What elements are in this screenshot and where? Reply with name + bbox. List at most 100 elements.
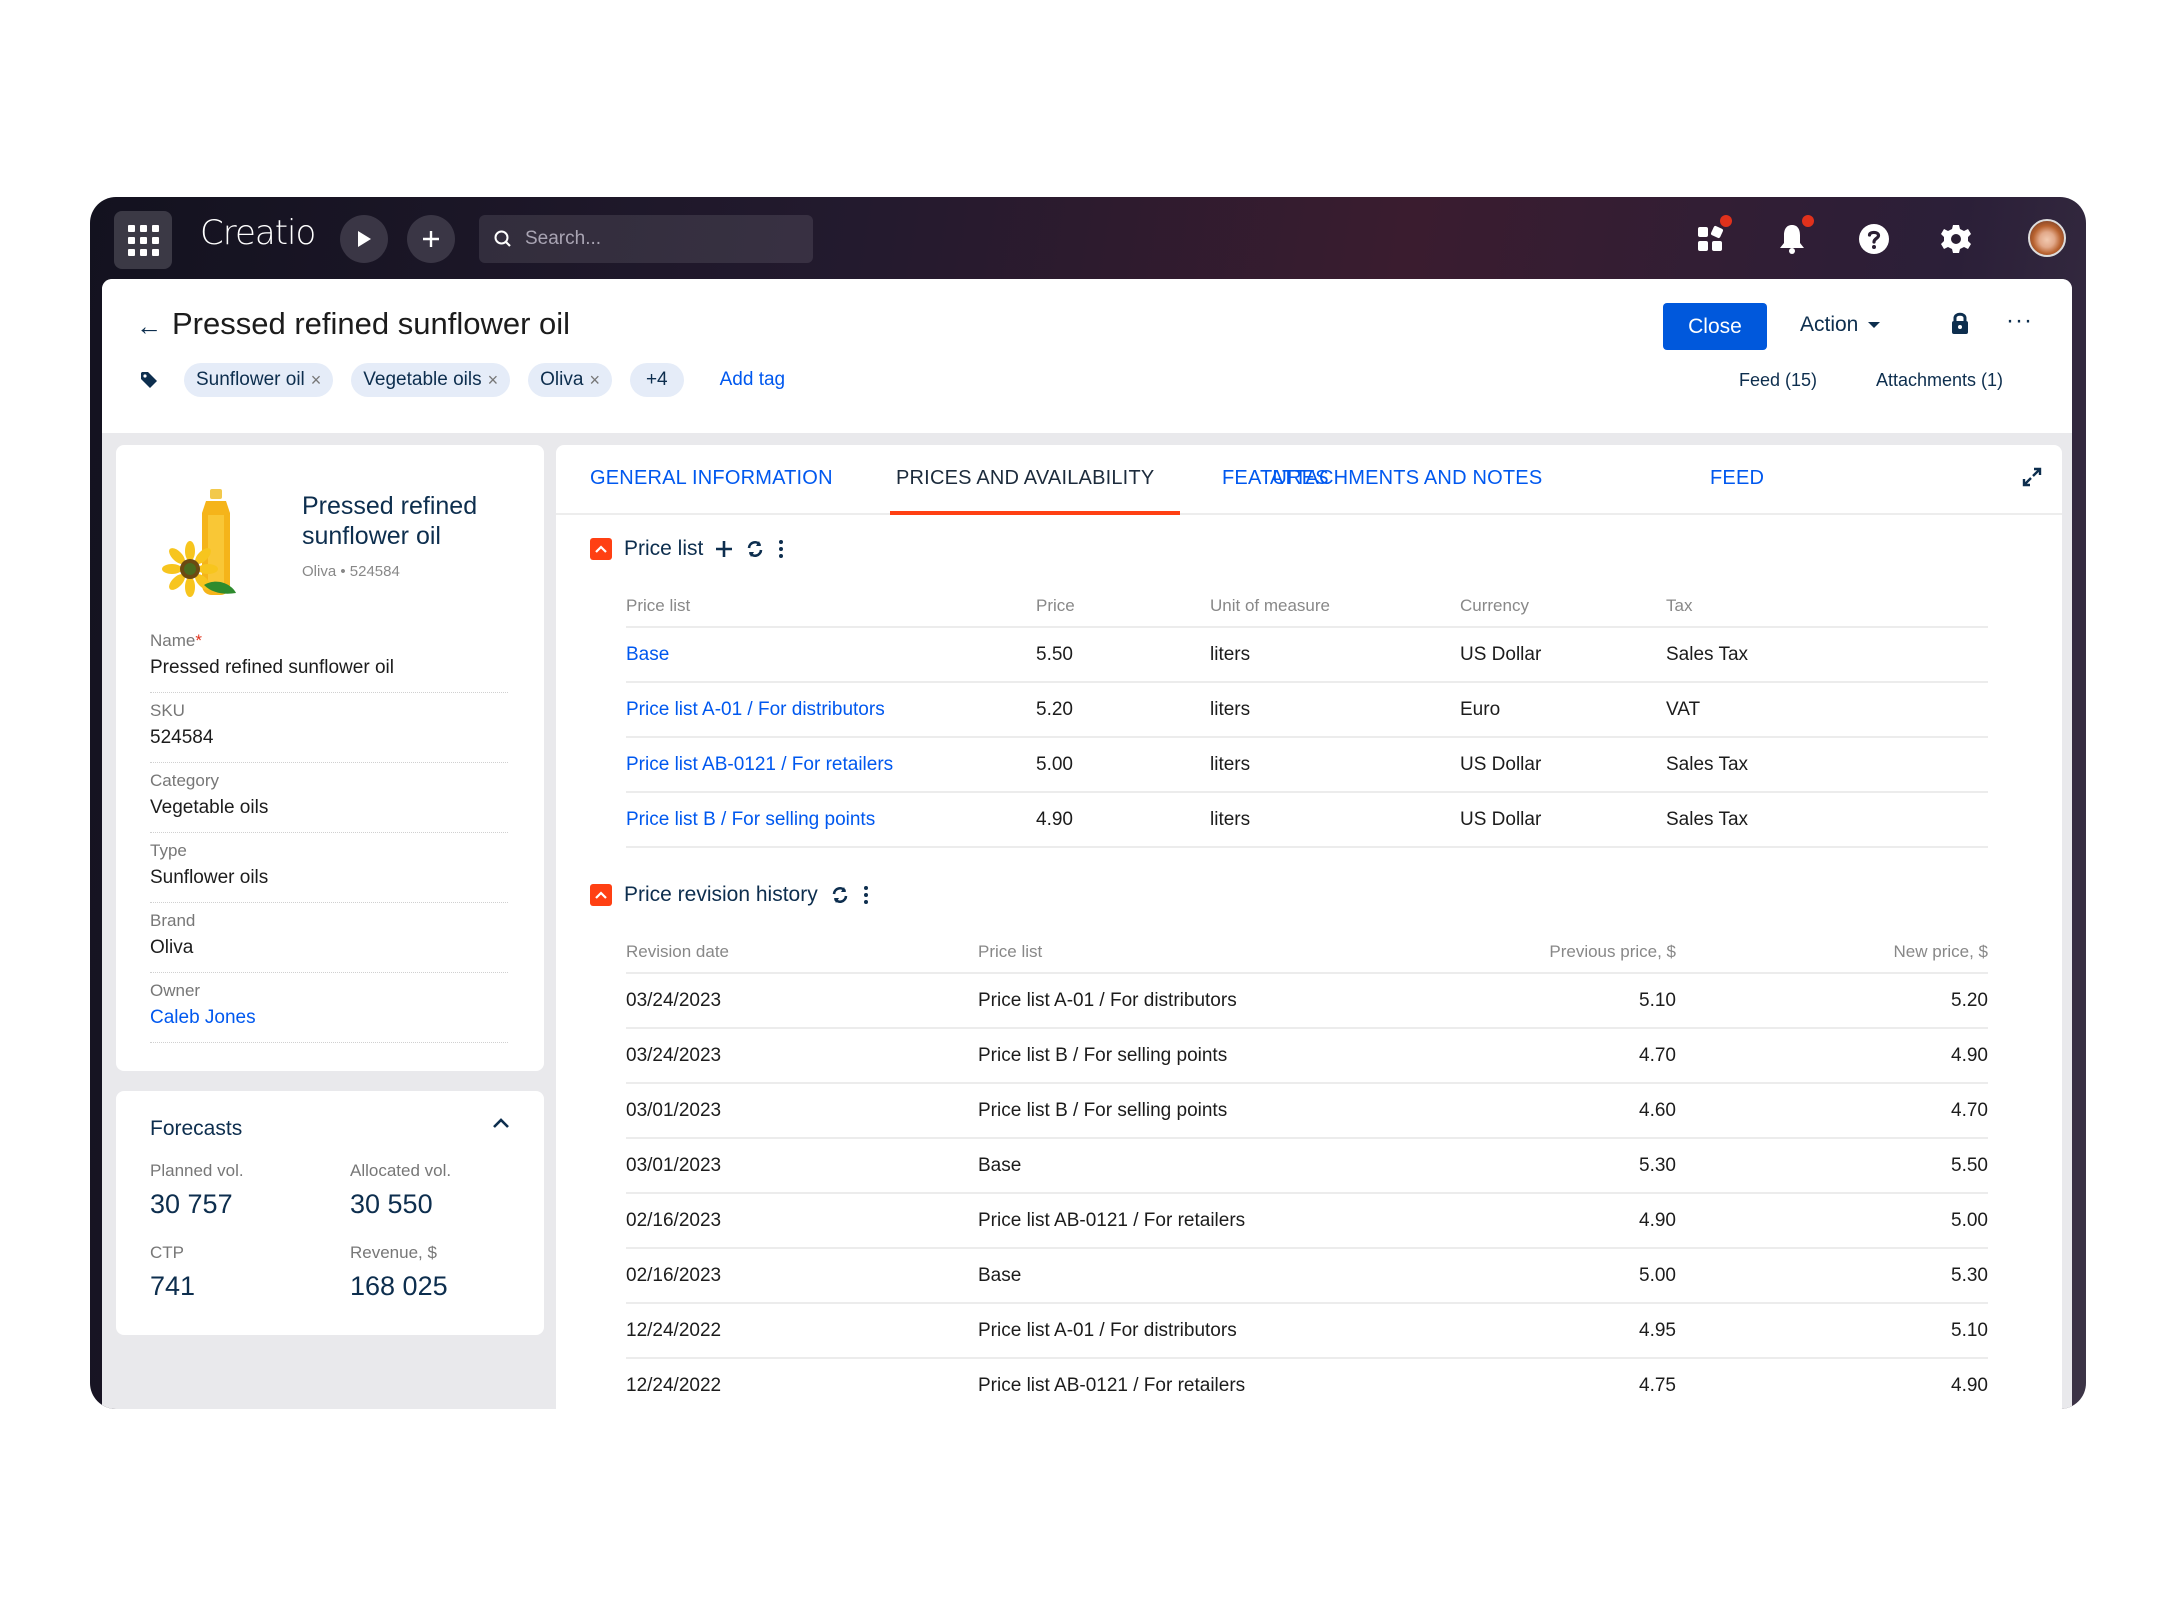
tab-general-information[interactable]: GENERAL INFORMATION	[590, 467, 833, 490]
close-button[interactable]: Close	[1663, 303, 1767, 350]
field-sku[interactable]: SKU 524584	[150, 693, 508, 763]
attachments-link[interactable]: Attachments (1)	[1876, 370, 2003, 391]
app-launcher-button[interactable]	[114, 211, 172, 269]
collapse-revision-history-button[interactable]	[590, 884, 612, 906]
apps-button[interactable]	[1690, 215, 1732, 259]
tab-attachments-and-notes[interactable]: ATTACHMENTS AND NOTES	[1270, 467, 1542, 490]
search-box[interactable]	[479, 215, 813, 263]
table-cell: 5.00	[1428, 1248, 1676, 1304]
chevron-up-icon[interactable]	[492, 1117, 510, 1129]
user-avatar[interactable]	[2028, 219, 2066, 257]
column-header[interactable]: Currency	[1460, 585, 1666, 628]
run-process-button[interactable]	[340, 215, 388, 263]
forecast-revenue: Revenue, $ 168 025	[350, 1243, 448, 1302]
forecasts-title: Forecasts	[150, 1117, 243, 1140]
column-header[interactable]: Unit of measure	[1210, 585, 1460, 628]
plus-icon	[716, 541, 733, 557]
table-row[interactable]: 12/24/2022 Price list AB-0121 / For retai…	[626, 1358, 1988, 1409]
table-cell: 03/01/2023	[626, 1138, 978, 1194]
settings-button[interactable]	[1936, 219, 1976, 259]
price-list-link[interactable]: Price list A-01 / For distributors	[626, 682, 1036, 738]
column-header[interactable]: Price	[1036, 585, 1210, 628]
column-header[interactable]: Price list	[978, 931, 1428, 974]
table-cell: 4.70	[1428, 1028, 1676, 1084]
field-value: 524584	[150, 727, 214, 748]
search-input[interactable]	[525, 228, 785, 250]
price-list-link[interactable]: Base	[626, 627, 1036, 683]
collapse-price-list-button[interactable]	[590, 538, 612, 560]
table-cell: Sales Tax	[1666, 792, 1988, 848]
table-row[interactable]: 12/24/2022 Price list A-01 / For distribu…	[626, 1303, 1988, 1359]
table-cell: liters	[1210, 627, 1460, 683]
tag-chip[interactable]: Sunflower oil ×	[184, 363, 334, 397]
table-row[interactable]: 03/24/2023 Price list A-01 / For distribu…	[626, 973, 1988, 1029]
app-launcher-icon	[127, 224, 159, 256]
field-label: Brand	[150, 911, 196, 930]
lock-icon[interactable]	[1950, 311, 1970, 335]
expand-icon[interactable]	[2022, 467, 2042, 487]
price-list-link[interactable]: Price list B / For selling points	[626, 792, 1036, 848]
table-row[interactable]: 03/01/2023 Base 5.30 5.50	[626, 1138, 1988, 1194]
tab-bar: GENERAL INFORMATION PRICES AND AVAILABIL…	[556, 445, 2062, 515]
add-tag-link[interactable]: Add tag	[720, 369, 786, 391]
revision-history-menu-button[interactable]	[862, 885, 870, 905]
field-brand[interactable]: Brand Oliva	[150, 903, 508, 973]
table-row[interactable]: Base 5.50 liters US Dollar Sales Tax	[626, 627, 1988, 683]
feed-link[interactable]: Feed (15)	[1739, 370, 1817, 391]
back-arrow-icon[interactable]: ←	[136, 311, 162, 342]
table-cell: 5.50	[1036, 627, 1210, 683]
table-cell: Sales Tax	[1666, 737, 1988, 793]
kebab-menu-icon	[779, 540, 784, 558]
owner-link[interactable]: Caleb Jones	[150, 1007, 508, 1029]
table-row[interactable]: Price list AB-0121 / For retailers 5.00 li…	[626, 737, 1988, 793]
add-price-button[interactable]	[715, 540, 733, 558]
column-header[interactable]: New price, $	[1676, 931, 1988, 974]
remove-tag-icon[interactable]: ×	[589, 370, 600, 391]
field-label: Category	[150, 771, 219, 790]
tab-prices-and-availability[interactable]: PRICES AND AVAILABILITY	[896, 467, 1154, 490]
remove-tag-icon[interactable]: ×	[488, 370, 499, 391]
tab-feed[interactable]: FEED	[1710, 467, 1764, 490]
table-row[interactable]: 02/16/2023 Base 5.00 5.30	[626, 1248, 1988, 1304]
field-owner[interactable]: Owner Caleb Jones	[150, 973, 508, 1043]
revision-history-title: Price revision history	[624, 883, 818, 906]
table-row[interactable]: Price list A-01 / For distributors 5.20 li…	[626, 682, 1988, 738]
refresh-revision-history-button[interactable]	[830, 885, 850, 905]
column-header[interactable]: Revision date	[626, 931, 978, 974]
more-options-icon[interactable]: ···	[2006, 307, 2033, 335]
notifications-badge-dot	[1802, 215, 1814, 227]
price-list-title: Price list	[624, 537, 704, 560]
help-button[interactable]	[1854, 219, 1894, 259]
price-list-menu-button[interactable]	[777, 539, 785, 559]
table-row[interactable]: Price list B / For selling points 4.90 lit…	[626, 792, 1988, 848]
tag-chip[interactable]: Oliva ×	[528, 363, 612, 397]
column-header[interactable]: Previous price, $	[1428, 931, 1676, 974]
table-cell: 03/24/2023	[626, 1028, 978, 1084]
remove-tag-icon[interactable]: ×	[311, 370, 322, 391]
chevron-up-icon	[595, 545, 607, 553]
column-header[interactable]: Price list	[626, 585, 1036, 628]
tag-chip[interactable]: Vegetable oils ×	[351, 363, 511, 397]
action-label: Action	[1800, 313, 1859, 336]
app-logo-text: Creatio	[200, 213, 316, 253]
table-row[interactable]: 02/16/2023 Price list AB-0121 / For retai…	[626, 1193, 1988, 1249]
refresh-icon	[832, 887, 848, 903]
refresh-price-list-button[interactable]	[745, 539, 765, 559]
action-dropdown[interactable]: Action	[1800, 313, 1881, 337]
price-list-link[interactable]: Price list AB-0121 / For retailers	[626, 737, 1036, 793]
add-button[interactable]	[407, 215, 455, 263]
profile-subtitle: Oliva • 524584	[302, 563, 400, 580]
field-type[interactable]: Type Sunflower oils	[150, 833, 508, 903]
table-cell: 5.00	[1676, 1193, 1988, 1249]
app-logo[interactable]: Creatio	[200, 213, 316, 253]
field-name[interactable]: Name* Pressed refined sunflower oil	[150, 623, 508, 693]
notifications-button[interactable]	[1772, 215, 1814, 259]
column-header[interactable]: Tax	[1666, 585, 1988, 628]
table-row[interactable]: 03/01/2023 Price list B / For selling poi…	[626, 1083, 1988, 1139]
field-category[interactable]: Category Vegetable oils	[150, 763, 508, 833]
table-cell: 4.90	[1036, 792, 1210, 848]
more-tags-button[interactable]: +4	[629, 363, 684, 397]
table-row[interactable]: 03/24/2023 Price list B / For selling poi…	[626, 1028, 1988, 1084]
field-value: Oliva	[150, 937, 194, 958]
table-cell: 5.20	[1036, 682, 1210, 738]
